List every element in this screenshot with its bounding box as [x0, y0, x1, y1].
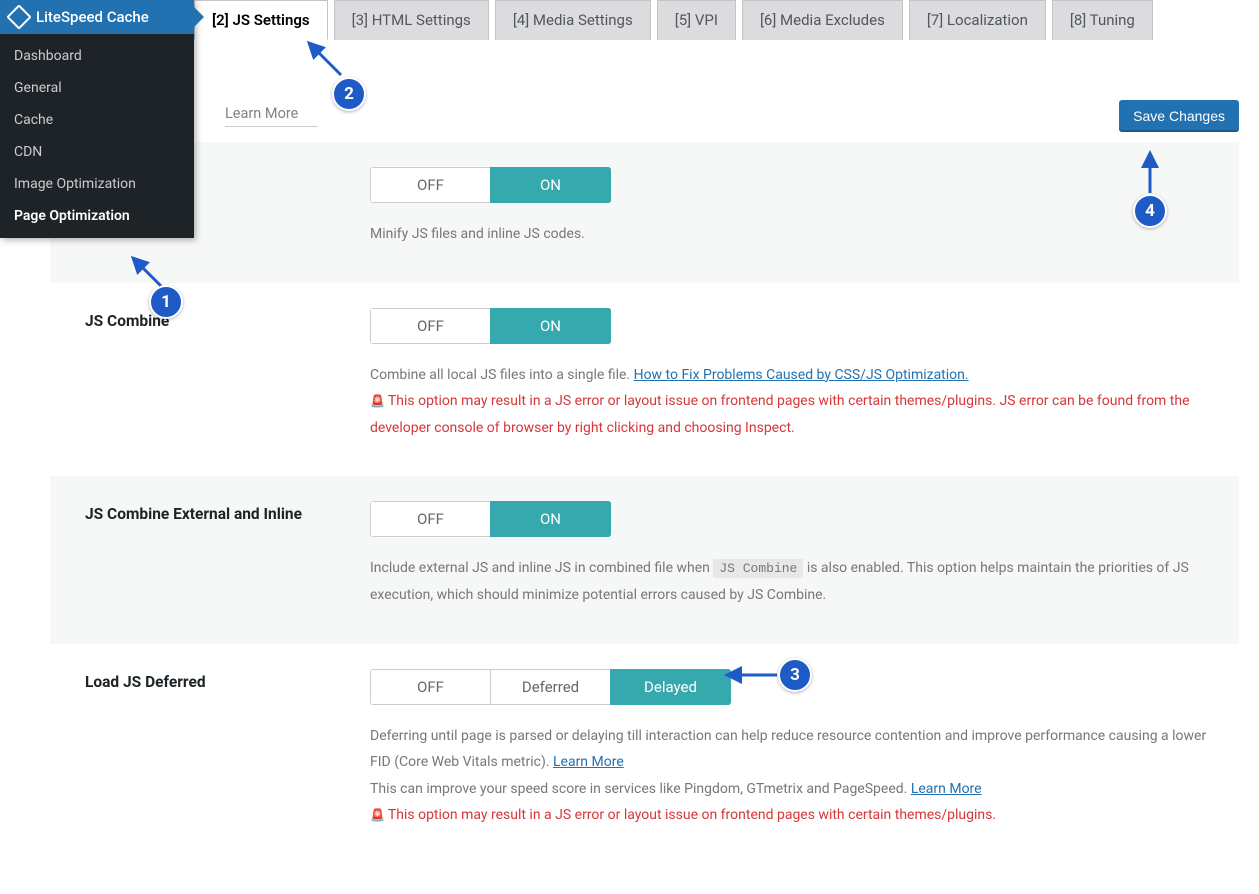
- link-learn-more-2[interactable]: Learn More: [911, 781, 982, 797]
- toggle-js-minify-off[interactable]: OFF: [370, 167, 491, 203]
- desc-js-minify: Minify JS files and inline JS codes.: [370, 221, 1224, 248]
- setting-load-js-deferred: Load JS Deferred OFF Deferred Delayed De…: [50, 644, 1239, 864]
- toggle-load-js-deferred: OFF Deferred Delayed: [370, 669, 731, 705]
- tabs: [2] JS Settings [3] HTML Settings [4] Me…: [194, 0, 1259, 40]
- arrow-4: [1140, 148, 1160, 198]
- tab-tuning[interactable]: [8] Tuning: [1052, 0, 1153, 40]
- sidebar-header[interactable]: LiteSpeed Cache: [0, 0, 194, 34]
- setting-label-combine-ext: JS Combine External and Inline: [85, 501, 350, 523]
- desc-defer: Deferring until page is parsed or delayi…: [370, 723, 1224, 829]
- toggle-js-combine-ext: OFF ON: [370, 501, 611, 537]
- annotation-marker-2: 2: [332, 77, 366, 111]
- toggle-defer-delayed[interactable]: Delayed: [610, 669, 731, 705]
- toggle-js-minify: OFF ON: [370, 167, 611, 203]
- desc-combine-ext: Include external JS and inline JS in com…: [370, 555, 1224, 608]
- setting-label-defer: Load JS Deferred: [85, 669, 350, 691]
- toggle-combine-ext-on[interactable]: ON: [490, 501, 611, 537]
- desc-defer-1-pre: Deferring until page is parsed or delayi…: [370, 728, 1206, 771]
- code-js-combine: JS Combine: [713, 559, 803, 578]
- link-fix-problems[interactable]: How to Fix Problems Caused by CSS/JS Opt…: [634, 367, 969, 383]
- annotation-marker-3: 3: [778, 658, 812, 692]
- warn-combine: This option may result in a JS error or …: [370, 393, 1190, 436]
- tab-js-settings[interactable]: [2] JS Settings: [194, 0, 328, 40]
- main-content: Learn More Save Changes OFF ON Minify JS…: [30, 0, 1259, 894]
- tab-html-settings[interactable]: [3] HTML Settings: [334, 0, 489, 40]
- sidebar-item-image-optimization[interactable]: Image Optimization: [0, 168, 194, 200]
- desc-combine-pre: Combine all local JS files into a single…: [370, 367, 634, 383]
- toggle-js-minify-on[interactable]: ON: [490, 167, 611, 203]
- toggle-js-combine-off[interactable]: OFF: [370, 308, 491, 344]
- tab-media-settings[interactable]: [4] Media Settings: [495, 0, 651, 40]
- desc-combine-ext-pre: Include external JS and inline JS in com…: [370, 560, 713, 576]
- arrow-2: [303, 37, 348, 82]
- toggle-defer-deferred[interactable]: Deferred: [490, 669, 611, 705]
- sidebar-item-general[interactable]: General: [0, 72, 194, 104]
- litespeed-logo-icon: [6, 4, 31, 29]
- tab-media-excludes[interactable]: [6] Media Excludes: [742, 0, 903, 40]
- setting-js-combine: JS Combine OFF ON Combine all local JS f…: [50, 283, 1239, 477]
- sidebar: LiteSpeed Cache Dashboard General Cache …: [0, 0, 194, 238]
- desc-js-combine: Combine all local JS files into a single…: [370, 362, 1224, 442]
- desc-defer-2-pre: This can improve your speed score in ser…: [370, 781, 911, 797]
- toggle-defer-off[interactable]: OFF: [370, 669, 491, 705]
- link-learn-more-1[interactable]: Learn More: [553, 754, 624, 770]
- sidebar-item-cdn[interactable]: CDN: [0, 136, 194, 168]
- toggle-js-combine: OFF ON: [370, 308, 611, 344]
- sidebar-item-page-optimization[interactable]: Page Optimization: [0, 200, 194, 232]
- setting-label-combine: JS Combine: [85, 308, 350, 330]
- tab-localization[interactable]: [7] Localization: [909, 0, 1046, 40]
- tab-vpi[interactable]: [5] VPI: [657, 0, 736, 40]
- toggle-js-combine-on[interactable]: ON: [490, 308, 611, 344]
- annotation-marker-1: 1: [149, 285, 183, 319]
- toggle-combine-ext-off[interactable]: OFF: [370, 501, 491, 537]
- warning-icon: [370, 807, 388, 823]
- sidebar-item-dashboard[interactable]: Dashboard: [0, 40, 194, 72]
- setting-js-combine-ext: JS Combine External and Inline OFF ON In…: [50, 476, 1239, 643]
- setting-js-minify: OFF ON Minify JS files and inline JS cod…: [50, 142, 1239, 283]
- arrow-3: [722, 665, 782, 685]
- warning-icon: [370, 393, 388, 409]
- warn-defer: This option may result in a JS error or …: [388, 807, 996, 823]
- save-changes-button[interactable]: Save Changes: [1119, 100, 1239, 132]
- sidebar-title: LiteSpeed Cache: [36, 8, 149, 26]
- learn-more-top-link[interactable]: Learn More: [225, 105, 318, 127]
- annotation-marker-4: 4: [1133, 194, 1167, 228]
- sidebar-item-cache[interactable]: Cache: [0, 104, 194, 136]
